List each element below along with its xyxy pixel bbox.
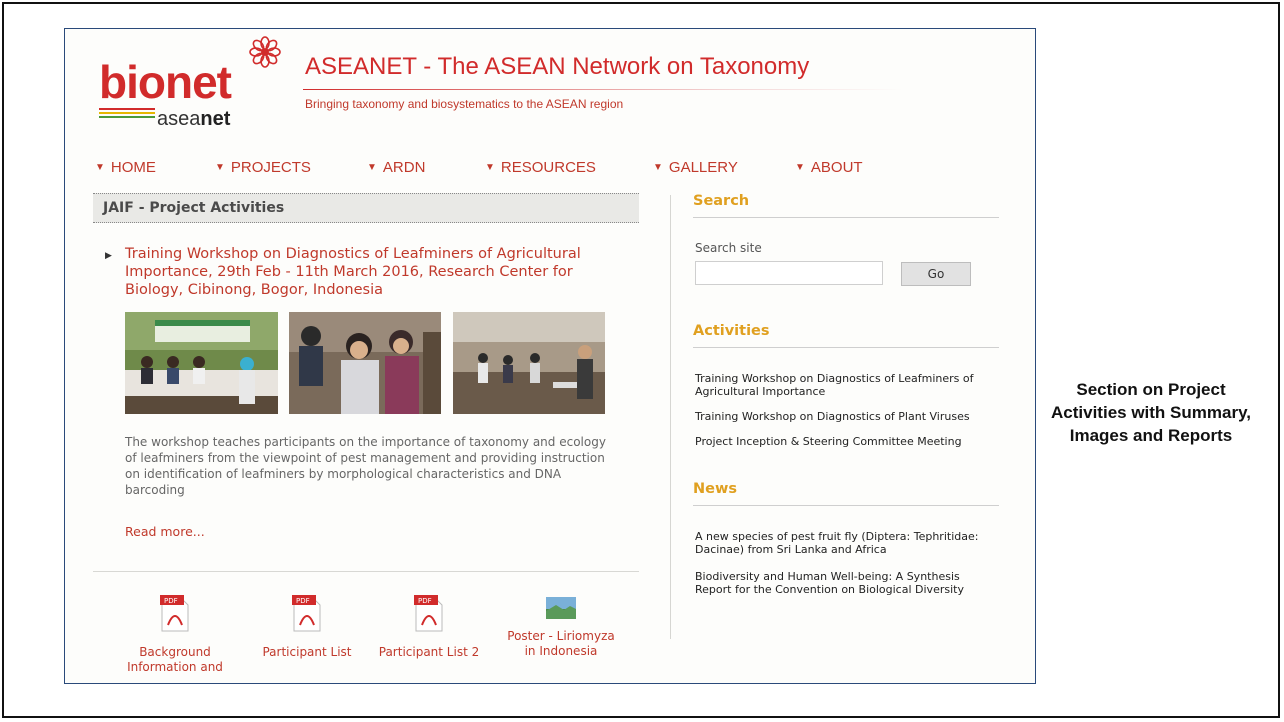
svg-text:PDF: PDF xyxy=(418,597,432,605)
image-icon xyxy=(546,597,576,619)
search-heading: Search xyxy=(693,193,750,209)
attachment-label: Participant List xyxy=(262,645,352,659)
nav-item-gallery[interactable]: ▼ GALLERY xyxy=(653,159,738,176)
nav-label: HOME xyxy=(110,159,156,176)
attachment-label: Poster - Liriomyza in Indonesia xyxy=(507,629,615,658)
main-nav: ▼ HOME ▼ PROJECTS ▼ ARDN ▼ RESOURCES ▼ GALLER… xyxy=(95,159,995,179)
caret-down-icon: ▼ xyxy=(653,162,663,173)
nav-label: ARDN xyxy=(382,159,426,176)
site-tagline: Bringing taxonomy and biosystematics to … xyxy=(305,97,624,111)
section-header: JAIF - Project Activities xyxy=(93,193,639,223)
caret-down-icon: ▼ xyxy=(215,162,225,173)
news-link[interactable]: A new species of pest fruit fly (Diptera… xyxy=(695,530,995,556)
nav-label: RESOURCES xyxy=(500,159,596,176)
attachment-background-info[interactable]: PDF Background Information and xyxy=(119,595,231,675)
caret-down-icon: ▼ xyxy=(95,162,105,173)
activity-link[interactable]: Project Inception & Steering Committee M… xyxy=(695,435,995,448)
attachment-participant-list-2[interactable]: PDF Participant List 2 xyxy=(373,595,485,660)
title-divider xyxy=(303,89,903,90)
site-title: ASEANET - The ASEAN Network on Taxonomy xyxy=(305,53,810,80)
article-title-link[interactable]: Training Workshop on Diagnostics of Leaf… xyxy=(125,245,625,299)
nav-item-ardn[interactable]: ▼ ARDN xyxy=(367,159,425,176)
read-more-link[interactable]: Read more... xyxy=(125,524,205,539)
workshop-photo-1[interactable] xyxy=(125,312,278,414)
nav-item-resources[interactable]: ▼ RESOURCES xyxy=(485,159,596,176)
news-link[interactable]: Biodiversity and Human Well-being: A Syn… xyxy=(695,570,995,596)
caret-down-icon: ▼ xyxy=(367,162,377,173)
pdf-icon: PDF xyxy=(414,595,444,633)
nav-label: PROJECTS xyxy=(230,159,311,176)
activity-link[interactable]: Training Workshop on Diagnostics of Leaf… xyxy=(695,372,995,398)
flower-logo-icon xyxy=(248,35,282,75)
bullet-arrow-icon: ▶ xyxy=(105,251,112,261)
svg-text:PDF: PDF xyxy=(296,597,310,605)
section-title: JAIF - Project Activities xyxy=(103,200,285,216)
column-divider xyxy=(670,195,671,639)
caret-down-icon: ▼ xyxy=(795,162,805,173)
news-heading-rule xyxy=(693,505,999,506)
workshop-photo-2[interactable] xyxy=(289,312,441,414)
logo-sub-light: asea xyxy=(157,108,201,130)
attachment-label: Background Information and xyxy=(127,645,223,674)
activities-heading-rule xyxy=(693,347,999,348)
go-button[interactable]: Go xyxy=(901,262,971,286)
search-input[interactable] xyxy=(695,261,883,285)
search-heading-rule xyxy=(693,217,999,218)
activities-heading: Activities xyxy=(693,323,770,339)
nav-item-home[interactable]: ▼ HOME xyxy=(95,159,156,176)
svg-text:PDF: PDF xyxy=(164,597,178,605)
nav-item-projects[interactable]: ▼ PROJECTS xyxy=(215,159,311,176)
nav-label: ABOUT xyxy=(810,159,863,176)
article-summary: The workshop teaches participants on the… xyxy=(125,435,606,497)
attachment-label: Participant List 2 xyxy=(378,645,480,659)
website-screenshot: bionet aseanet ASEANET - The ASEAN Netwo… xyxy=(64,28,1036,684)
nav-item-about[interactable]: ▼ ABOUT xyxy=(795,159,863,176)
slide-caption: Section on Project Activities with Summa… xyxy=(1051,380,1251,445)
search-label: Search site xyxy=(695,241,762,255)
logo-subtitle: aseanet xyxy=(157,109,230,129)
caret-down-icon: ▼ xyxy=(485,162,495,173)
attachment-poster[interactable]: Poster - Liriomyza in Indonesia xyxy=(505,597,617,659)
logo-sub-bold: net xyxy=(200,108,231,130)
attachment-participant-list[interactable]: PDF Participant List xyxy=(251,595,363,660)
activity-link[interactable]: Training Workshop on Diagnostics of Plan… xyxy=(695,410,995,423)
news-heading: News xyxy=(693,481,737,497)
nav-label: GALLERY xyxy=(668,159,738,176)
content-divider xyxy=(93,571,639,572)
pdf-icon: PDF xyxy=(160,595,190,633)
workshop-photo-3[interactable] xyxy=(453,312,605,414)
logo-wordmark[interactable]: bionet xyxy=(99,59,232,105)
pdf-icon: PDF xyxy=(292,595,322,633)
logo-stripes xyxy=(99,108,155,122)
